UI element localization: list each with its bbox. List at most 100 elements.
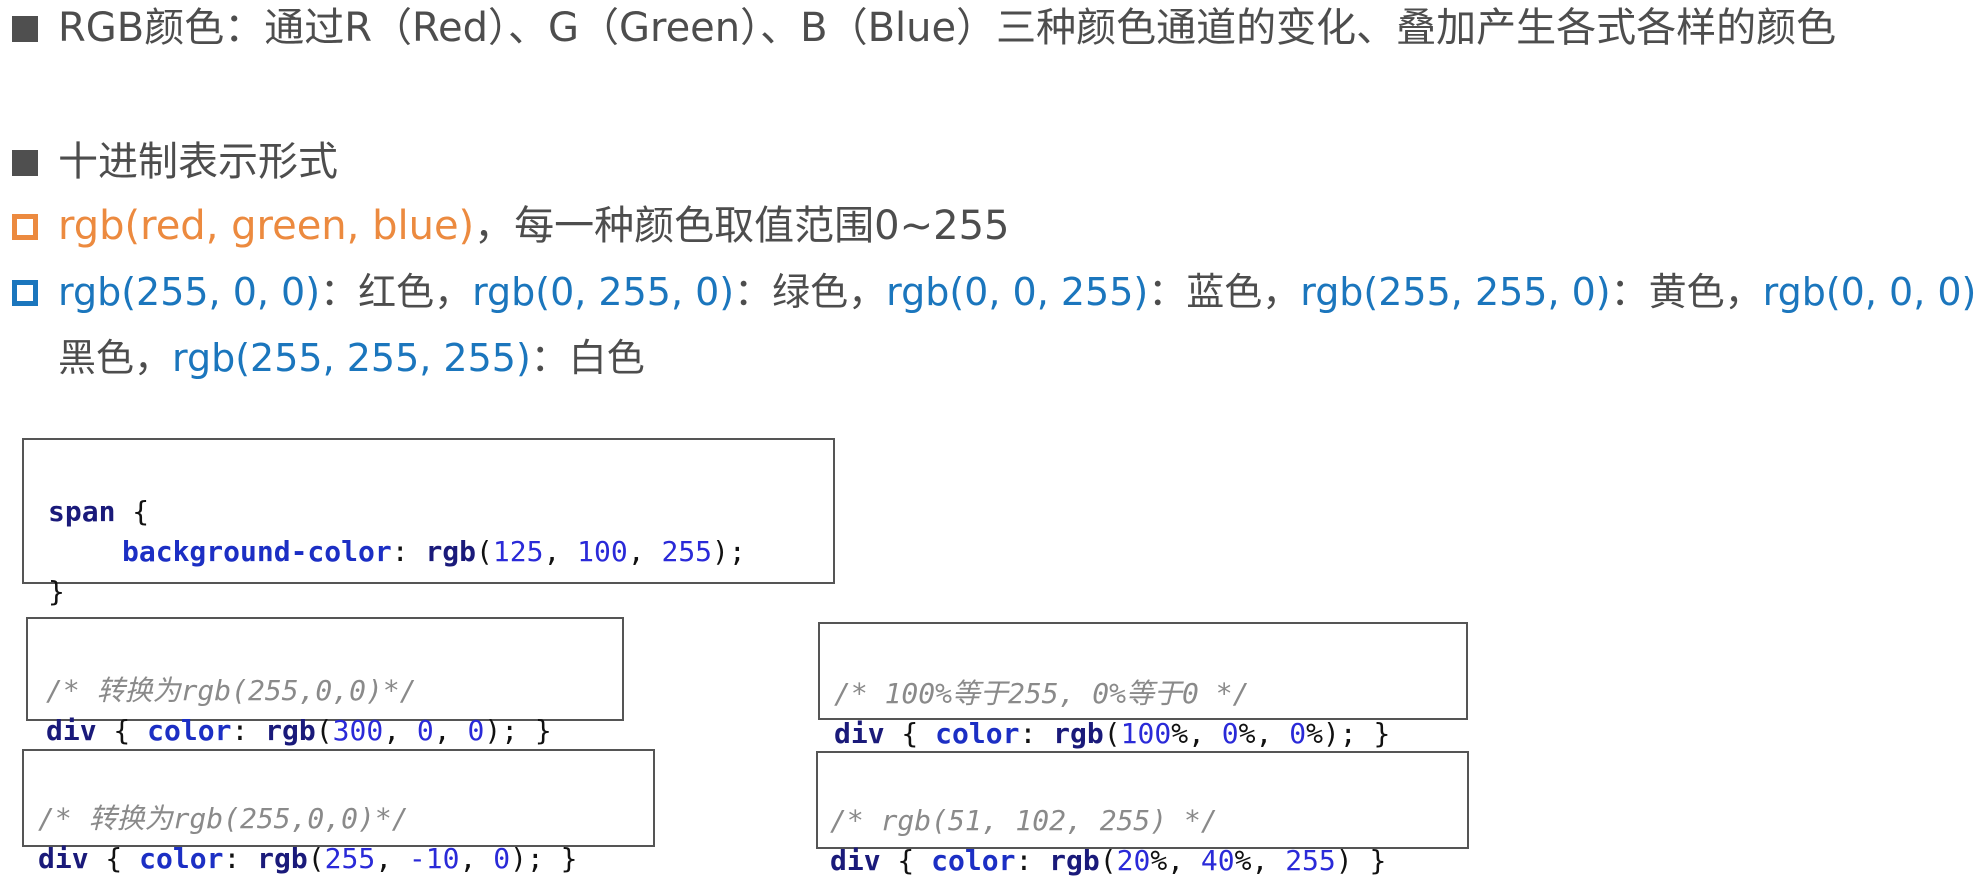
bullet-rgb-syntax: rgb(red, green, blue)，每一种颜色取值范围0~255 bbox=[0, 198, 1100, 254]
separator: , bbox=[375, 842, 409, 875]
rgb-black-code: rgb(0, 0, 0) bbox=[1762, 270, 1977, 314]
rgb-range-text: ，每一种颜色取值范围0~255 bbox=[474, 203, 1010, 249]
blue-value: 0 bbox=[1289, 717, 1307, 750]
colon: : bbox=[1015, 844, 1050, 877]
code-box-percent-example: /* 100%等于255, 0%等于0 */ div { color: rgb(1… bbox=[818, 622, 1468, 750]
brace-open: { bbox=[88, 842, 140, 875]
css-selector: div bbox=[46, 714, 97, 747]
paren-open: ( bbox=[476, 535, 493, 568]
percent-separator: %, bbox=[1171, 717, 1222, 750]
rgb-syntax-line: rgb(red, green, blue)，每一种颜色取值范围0~255 bbox=[58, 198, 1009, 254]
rgb-function: rgb bbox=[1049, 844, 1100, 877]
blue-value: 0 bbox=[467, 714, 485, 747]
blue-value: 255 bbox=[1285, 844, 1336, 877]
square-bullet-icon bbox=[12, 16, 38, 42]
rgb-examples-continuation: 黑色，rgb(255, 255, 255)：白色 bbox=[0, 330, 900, 386]
colon: : bbox=[231, 714, 266, 747]
colon: : bbox=[1019, 717, 1054, 750]
green-value: 100 bbox=[577, 535, 628, 568]
red-value: 300 bbox=[332, 714, 384, 747]
code-box-overflow-example: /* 转换为rgb(255,0,0)*/ div { color: rgb(300… bbox=[26, 617, 624, 747]
decimal-form-text: 十进制表示形式 bbox=[58, 139, 338, 185]
rgb-black-colon: ： bbox=[1976, 270, 1982, 314]
red-value: 125 bbox=[492, 535, 544, 568]
rgb-red-code: rgb(255, 0, 0) bbox=[58, 270, 321, 314]
brace-open: { bbox=[880, 844, 932, 877]
separator: , bbox=[627, 535, 662, 568]
paren-open: ( bbox=[307, 842, 325, 875]
code-box-negative-example: /* 转换为rgb(255,0,0)*/ div { color: rgb(255… bbox=[22, 749, 655, 875]
percent-separator: %, bbox=[1234, 844, 1286, 877]
rgb-white-code: rgb(255, 255, 255) bbox=[172, 336, 531, 380]
code-box-mixed-example: /* rgb(51, 102, 255) */ div { color: rgb(… bbox=[816, 751, 1469, 877]
brace-close: } bbox=[48, 575, 65, 608]
paren-close: ); } bbox=[510, 842, 578, 875]
code-comment: /* 转换为rgb(255,0,0)*/ bbox=[46, 674, 417, 707]
paren-close: ) } bbox=[1335, 844, 1387, 877]
css-property: color bbox=[147, 714, 232, 747]
red-value: 100 bbox=[1120, 717, 1172, 750]
rgb-white-label: ：白色 bbox=[530, 336, 645, 380]
square-bullet-icon bbox=[12, 150, 38, 176]
rgb-function: rgb bbox=[425, 535, 477, 568]
paren-close: ); bbox=[712, 535, 746, 568]
css-property: color bbox=[139, 842, 224, 875]
paren-open: ( bbox=[1103, 717, 1121, 750]
code-comment: /* 100%等于255, 0%等于0 */ bbox=[834, 677, 1250, 710]
rgb-red-label: ：红色， bbox=[320, 270, 473, 314]
separator: , bbox=[543, 535, 578, 568]
hollow-square-bullet-icon bbox=[12, 280, 38, 306]
css-selector: span bbox=[48, 495, 116, 528]
green-value: 40 bbox=[1200, 844, 1235, 877]
rgb-blue-label: ：蓝色， bbox=[1148, 270, 1301, 314]
rgb-examples-line: rgb(255, 0, 0)：红色，rgb(0, 255, 0)：绿色，rgb(… bbox=[58, 264, 1982, 320]
separator: , bbox=[459, 842, 494, 875]
green-value: 0 bbox=[416, 714, 434, 747]
separator: , bbox=[383, 714, 417, 747]
colon: : bbox=[223, 842, 258, 875]
paren-open: ( bbox=[1099, 844, 1117, 877]
paren-open: ( bbox=[315, 714, 333, 747]
blue-value: 255 bbox=[661, 535, 713, 568]
css-property: color bbox=[935, 717, 1020, 750]
css-property: background-color bbox=[122, 535, 392, 568]
percent-sign: % bbox=[1306, 717, 1323, 750]
rgb-yellow-code: rgb(255, 255, 0) bbox=[1300, 270, 1611, 314]
paren-close: ); } bbox=[484, 714, 552, 747]
colon: : bbox=[391, 535, 426, 568]
green-value: 0 bbox=[1221, 717, 1239, 750]
brace-open: { bbox=[115, 495, 150, 528]
code-comment: /* rgb(51, 102, 255) */ bbox=[830, 804, 1218, 837]
rgb-syntax-code: rgb(red, green, blue) bbox=[58, 203, 475, 249]
blue-value: 0 bbox=[493, 842, 511, 875]
percent-separator: %, bbox=[1238, 717, 1290, 750]
css-selector: div bbox=[834, 717, 885, 750]
rgb-green-label: ：绿色， bbox=[734, 270, 887, 314]
separator: , bbox=[433, 714, 468, 747]
bullet-decimal-form: 十进制表示形式 bbox=[0, 134, 900, 190]
green-value: -10 bbox=[408, 842, 460, 875]
rgb-blue-code: rgb(0, 0, 255) bbox=[886, 270, 1149, 314]
paren-close: ); } bbox=[1322, 717, 1391, 750]
css-property: color bbox=[931, 844, 1016, 877]
red-value: 20 bbox=[1116, 844, 1151, 877]
brace-open: { bbox=[884, 717, 936, 750]
rgb-function: rgb bbox=[265, 714, 316, 747]
css-selector: div bbox=[38, 842, 89, 875]
rgb-black-label: 黑色， bbox=[58, 336, 173, 380]
code-box-span-example: span { background-color: rgb(125, 100, 25… bbox=[22, 438, 835, 608]
rgb-function: rgb bbox=[257, 842, 308, 875]
bullet-rgb-intro: RGB颜色：通过R（Red）、G（Green）、B（Blue）三种颜色通道的变化… bbox=[0, 0, 1982, 56]
brace-open: { bbox=[96, 714, 148, 747]
rgb-yellow-label: ：黄色， bbox=[1610, 270, 1763, 314]
code-comment: /* 转换为rgb(255,0,0)*/ bbox=[38, 802, 409, 835]
rgb-intro-text: RGB颜色：通过R（Red）、G（Green）、B（Blue）三种颜色通道的变化… bbox=[58, 5, 1837, 51]
red-value: 255 bbox=[324, 842, 376, 875]
css-selector: div bbox=[830, 844, 881, 877]
rgb-examples-line-2: 黑色，rgb(255, 255, 255)：白色 bbox=[58, 330, 645, 386]
bullet-rgb-examples: rgb(255, 0, 0)：红色，rgb(0, 255, 0)：绿色，rgb(… bbox=[0, 264, 1982, 320]
percent-separator: %, bbox=[1150, 844, 1201, 877]
rgb-function: rgb bbox=[1053, 717, 1104, 750]
hollow-square-bullet-icon bbox=[12, 214, 38, 240]
rgb-green-code: rgb(0, 255, 0) bbox=[472, 270, 735, 314]
